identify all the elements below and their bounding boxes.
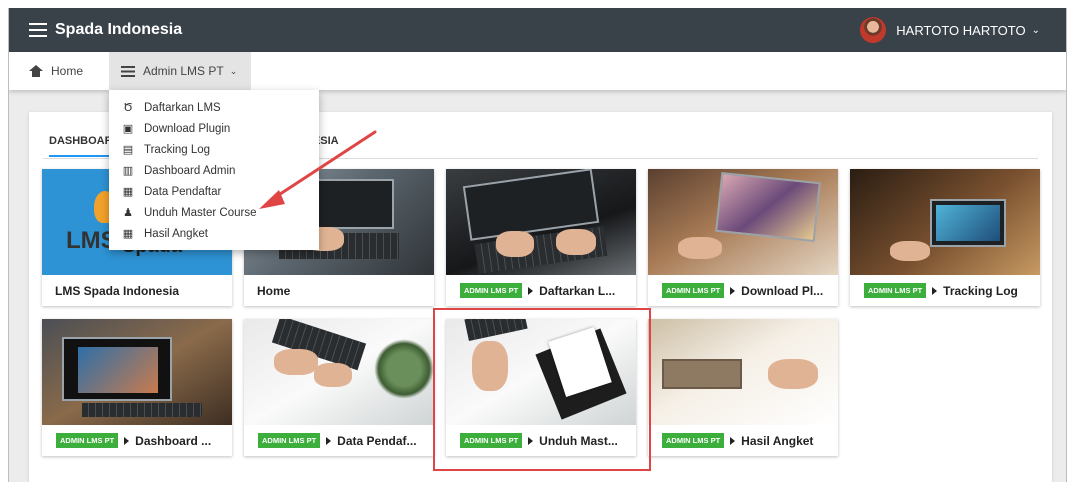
plant-shape [374, 339, 434, 399]
menu-item-daftarkan-lms[interactable]: Ծ Daftarkan LMS [109, 97, 319, 118]
nav-admin-label: Admin LMS PT [143, 64, 224, 78]
card-thumbnail [850, 169, 1040, 275]
table-icon: ▦ [122, 227, 134, 240]
card-thumbnail [244, 319, 434, 425]
log-icon: ▤ [122, 143, 134, 156]
menu-item-data-pendaftar[interactable]: ▦ Data Pendaftar [109, 181, 319, 202]
admin-lms-dropdown: Ծ Daftarkan LMS ▣ Download Plugin ▤ Trac… [109, 90, 319, 250]
hand-shape [556, 229, 596, 255]
hand-shape [890, 241, 930, 261]
card-title: ADMIN LMS PT Data Pendaf... [244, 425, 434, 456]
caret-right-icon [730, 436, 736, 445]
card-thumbnail [446, 169, 636, 275]
status-badge: ADMIN LMS PT [258, 433, 321, 448]
hand-shape [768, 359, 818, 389]
menu-item-label: Hasil Angket [144, 227, 208, 240]
card-title-text: LMS Spada Indonesia [55, 283, 180, 298]
card-title-text: Download Pl... [741, 283, 824, 298]
menu-item-label: Download Plugin [144, 122, 231, 135]
laptop-shape [930, 199, 1006, 247]
menu-item-label: Unduh Master Course [144, 206, 257, 219]
card-title: ADMIN LMS PT Hasil Angket [648, 425, 838, 456]
status-badge: ADMIN LMS PT [460, 283, 523, 298]
menu-item-hasil-angket[interactable]: ▦ Hasil Angket [109, 223, 319, 244]
laptop-shape [715, 171, 821, 243]
app-window: Spada Indonesia HARTOTO HARTOTO ⌄ Home A… [8, 8, 1067, 482]
hand-shape [678, 237, 722, 259]
nav-home-link[interactable]: Home [29, 52, 83, 90]
card-download-plugin[interactable]: ADMIN LMS PT Download Pl... [648, 169, 838, 306]
caret-right-icon [932, 286, 938, 295]
caret-right-icon [326, 436, 332, 445]
card-title-text: Tracking Log [943, 283, 1018, 298]
plugin-icon: ▣ [122, 122, 134, 135]
top-bar: Spada Indonesia HARTOTO HARTOTO ⌄ [9, 8, 1066, 52]
status-badge: ADMIN LMS PT [56, 433, 119, 448]
tab-bar: DASHBOARD NESIA [49, 135, 339, 160]
menu-item-label: Data Pendaftar [144, 185, 222, 198]
card-thumbnail [42, 319, 232, 425]
user-download-icon: ♟ [123, 206, 133, 219]
list-icon [121, 65, 135, 77]
brand-title[interactable]: Spada Indonesia [55, 21, 182, 39]
card-data-pendaftar[interactable]: ADMIN LMS PT Data Pendaf... [244, 319, 434, 456]
menu-item-label: Tracking Log [144, 143, 211, 156]
menu-item-dashboard-admin[interactable]: ▥ Dashboard Admin [109, 160, 319, 181]
menu-item-tracking-log[interactable]: ▤ Tracking Log [109, 139, 319, 160]
card-title: Home [244, 275, 434, 306]
hamburger-menu-icon[interactable] [29, 23, 47, 37]
chevron-down-icon: ⌄ [229, 65, 238, 76]
menu-item-download-plugin[interactable]: ▣ Download Plugin [109, 118, 319, 139]
card-title: ADMIN LMS PT Daftarkan L... [446, 275, 636, 306]
hand-shape [496, 231, 534, 257]
keyboard-shape [82, 403, 202, 417]
card-hasil-angket[interactable]: ADMIN LMS PT Hasil Angket [648, 319, 838, 456]
menu-item-unduh-master-course[interactable]: ♟ Unduh Master Course [109, 202, 319, 223]
card-title: LMS Spada Indonesia [42, 275, 232, 306]
status-badge: ADMIN LMS PT [662, 283, 725, 298]
avatar[interactable] [860, 17, 887, 43]
card-title: ADMIN LMS PT Dashboard ... [42, 425, 232, 456]
card-title: ADMIN LMS PT Tracking Log [850, 275, 1040, 306]
status-badge: ADMIN LMS PT [662, 433, 725, 448]
medal-icon: Ծ [123, 101, 133, 114]
menu-item-label: Dashboard Admin [144, 164, 236, 177]
highlight-box [433, 308, 651, 471]
card-title-text: Hasil Angket [741, 433, 814, 448]
card-dashboard-admin[interactable]: ADMIN LMS PT Dashboard ... [42, 319, 232, 456]
table-icon: ▦ [122, 185, 134, 198]
card-thumbnail [648, 319, 838, 425]
card-tracking-log[interactable]: ADMIN LMS PT Tracking Log [850, 169, 1040, 306]
chevron-down-icon: ⌄ [1031, 24, 1040, 36]
nav-bar: Home Admin LMS PT ⌄ [9, 52, 1066, 90]
card-title-text: Data Pendaf... [337, 433, 417, 448]
menu-item-label: Daftarkan LMS [144, 101, 221, 114]
nav-home-label: Home [51, 64, 84, 78]
hand-shape [274, 349, 318, 375]
laptop-shape [662, 359, 742, 389]
caret-right-icon [124, 436, 130, 445]
monitor-shape [62, 337, 172, 401]
card-title-text: Home [257, 283, 291, 298]
status-badge: ADMIN LMS PT [864, 283, 927, 298]
hand-shape [314, 363, 352, 387]
card-thumbnail [648, 169, 838, 275]
dashboard-icon: ▥ [122, 164, 134, 177]
card-title: ADMIN LMS PT Download Pl... [648, 275, 838, 306]
user-menu[interactable]: HARTOTO HARTOTO ⌄ [860, 17, 1040, 43]
user-name: HARTOTO HARTOTO [896, 22, 1026, 38]
card-title-text: Dashboard ... [135, 433, 212, 448]
caret-right-icon [730, 286, 736, 295]
caret-right-icon [528, 286, 534, 295]
tab-dashboard[interactable]: DASHBOARD [49, 135, 111, 157]
home-icon [29, 65, 43, 77]
card-title-text: Daftarkan L... [539, 283, 616, 298]
card-daftarkan-lms[interactable]: ADMIN LMS PT Daftarkan L... [446, 169, 636, 306]
nav-admin-lms-menu[interactable]: Admin LMS PT ⌄ [109, 52, 251, 90]
